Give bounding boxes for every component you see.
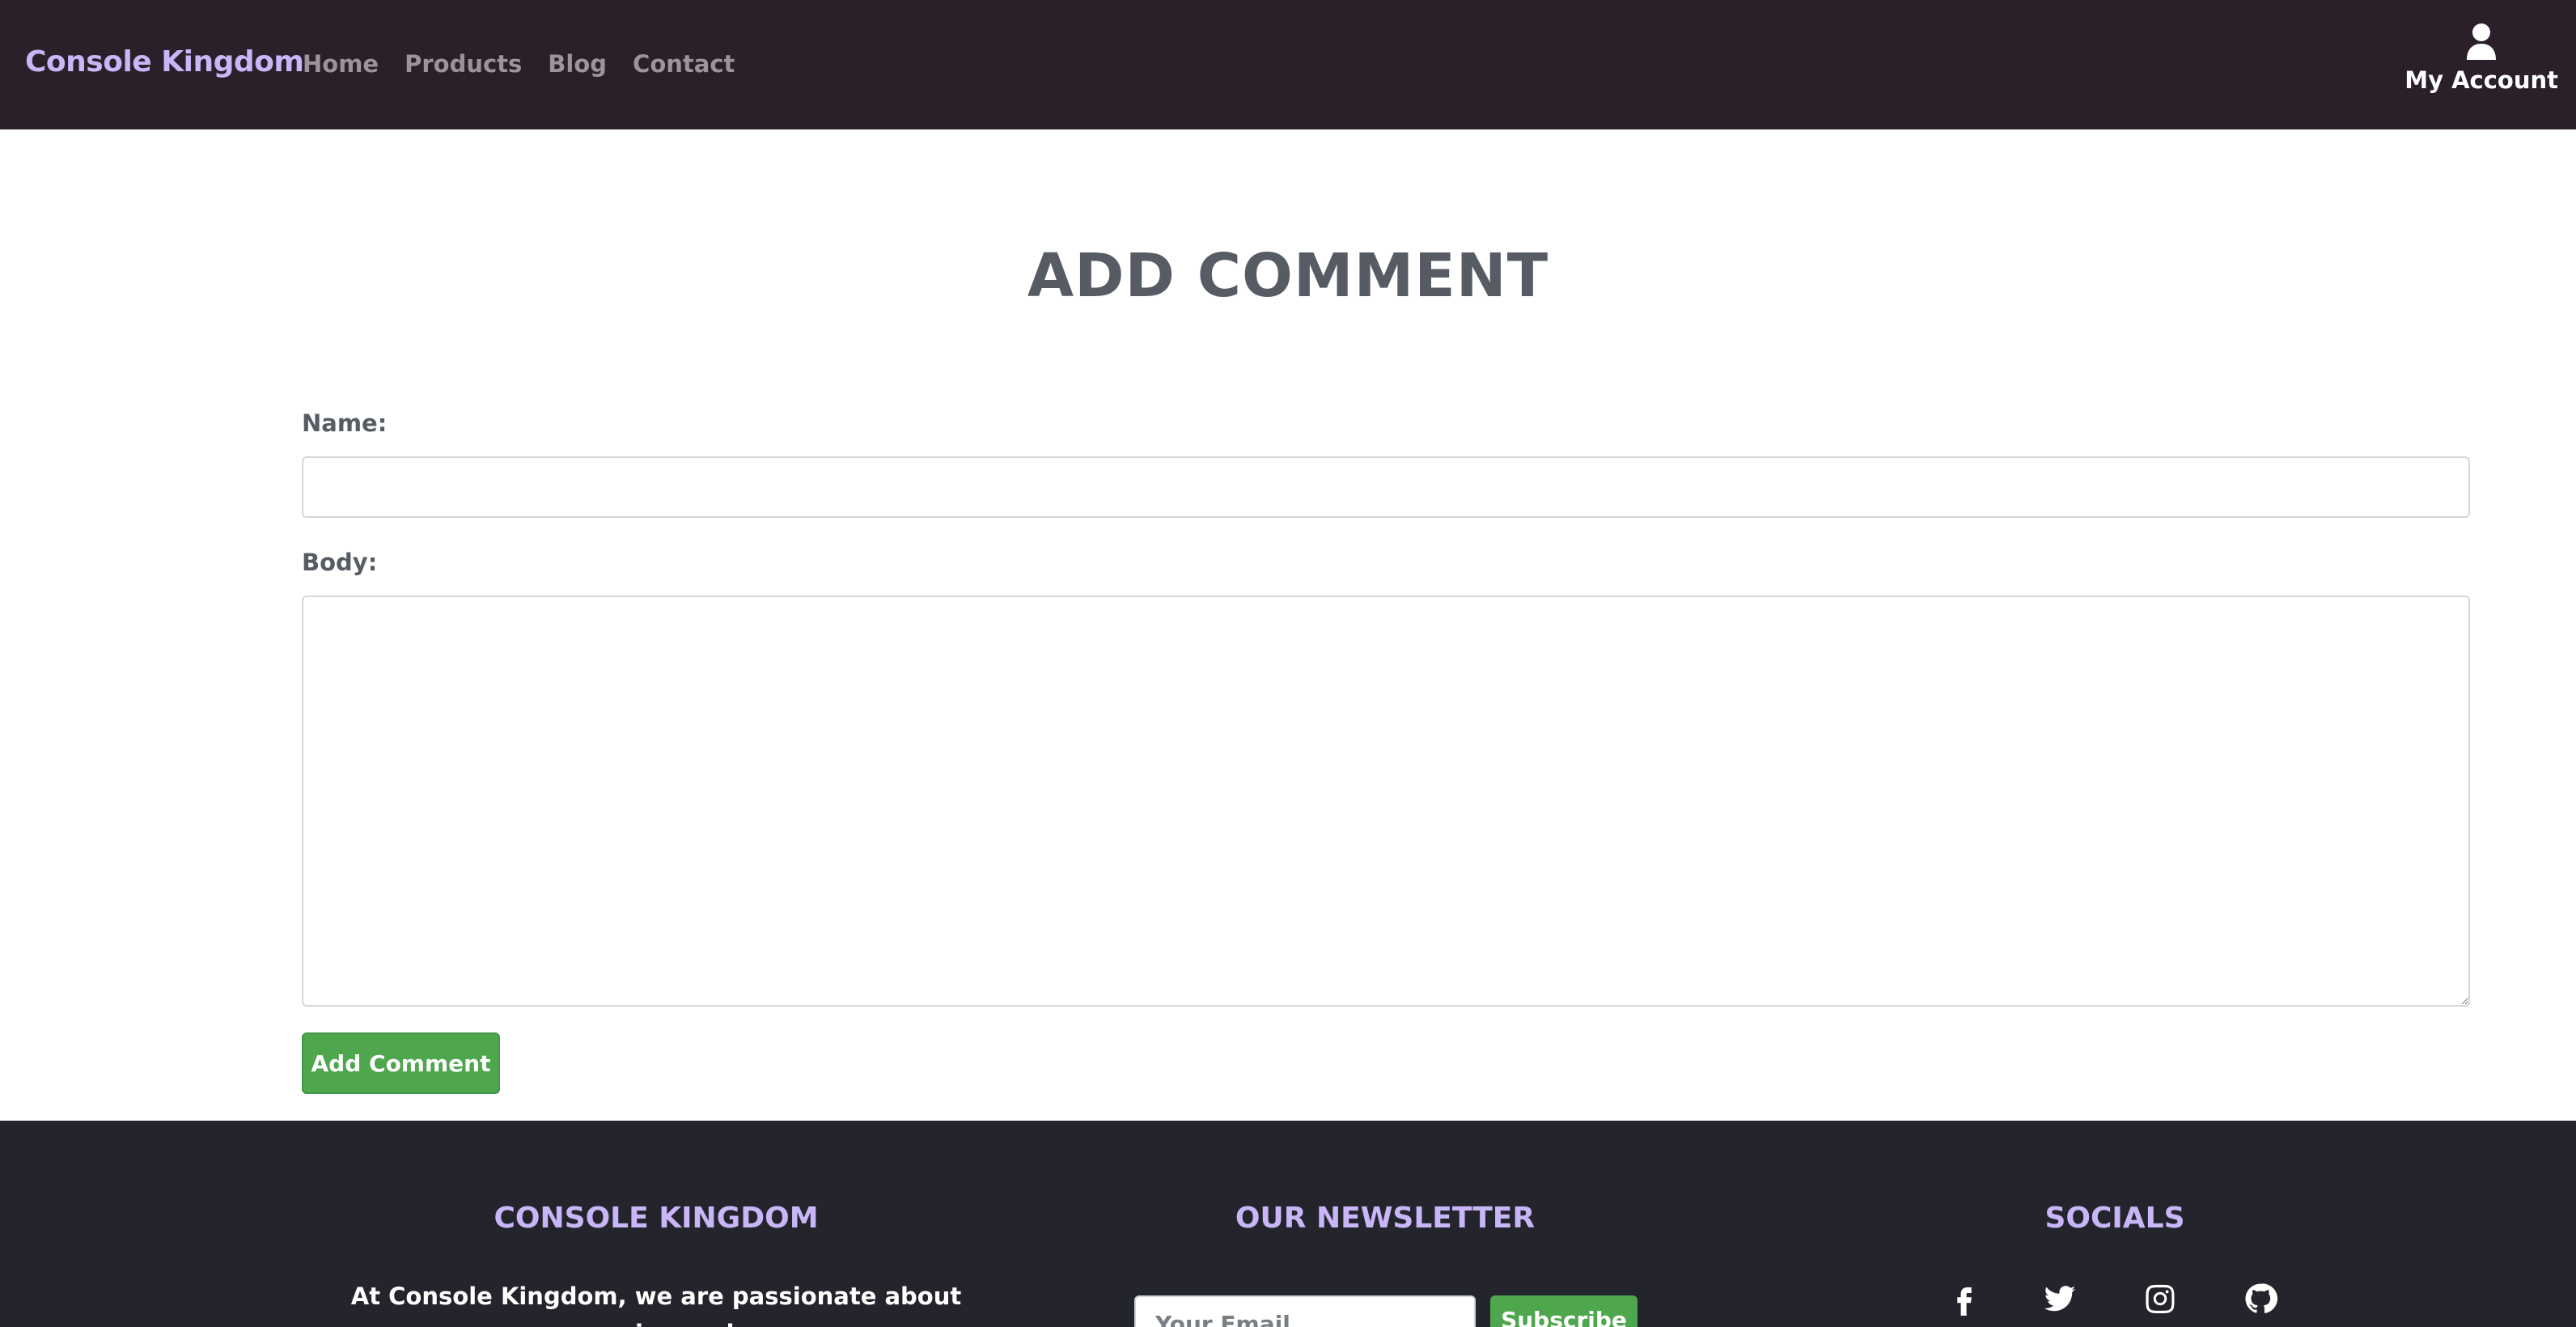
footer: CONSOLE KINGDOM At Console Kingdom, we a… [0, 1121, 2576, 1327]
name-input[interactable] [302, 456, 2470, 518]
nav-link-home[interactable]: Home [303, 50, 379, 78]
footer-socials-heading: SOCIALS [2044, 1202, 2185, 1235]
newsletter-email-input[interactable] [1134, 1295, 1476, 1327]
subscribe-button[interactable]: Subscribe [1490, 1295, 1638, 1327]
user-icon [2467, 23, 2497, 60]
footer-about-text: At Console Kingdom, we are passionate ab… [350, 1282, 962, 1327]
body-textarea[interactable] [302, 596, 2470, 1007]
facebook-icon[interactable] [1945, 1279, 1984, 1318]
page-title: ADD COMMENT [1027, 241, 1549, 311]
footer-newsletter-heading: OUR NEWSLETTER [1235, 1202, 1536, 1235]
nav-link-products[interactable]: Products [405, 50, 522, 78]
instagram-icon[interactable] [2141, 1279, 2180, 1318]
brand-logo-link[interactable]: Console Kingdom [25, 45, 304, 78]
nav-link-contact[interactable]: Contact [633, 50, 735, 78]
nav-links: Home Products Blog Contact [303, 50, 735, 78]
github-icon[interactable] [2241, 1279, 2280, 1318]
add-comment-button[interactable]: Add Comment [302, 1032, 500, 1094]
footer-about-heading: CONSOLE KINGDOM [494, 1202, 819, 1235]
my-account-label: My Account [2404, 66, 2558, 94]
my-account-link[interactable]: My Account [2404, 23, 2558, 94]
nav-link-blog[interactable]: Blog [548, 50, 607, 78]
body-label: Body: [302, 549, 378, 576]
name-label: Name: [302, 409, 388, 437]
twitter-icon[interactable] [2040, 1279, 2079, 1318]
navbar: Console Kingdom Home Products Blog Conta… [0, 0, 2576, 129]
